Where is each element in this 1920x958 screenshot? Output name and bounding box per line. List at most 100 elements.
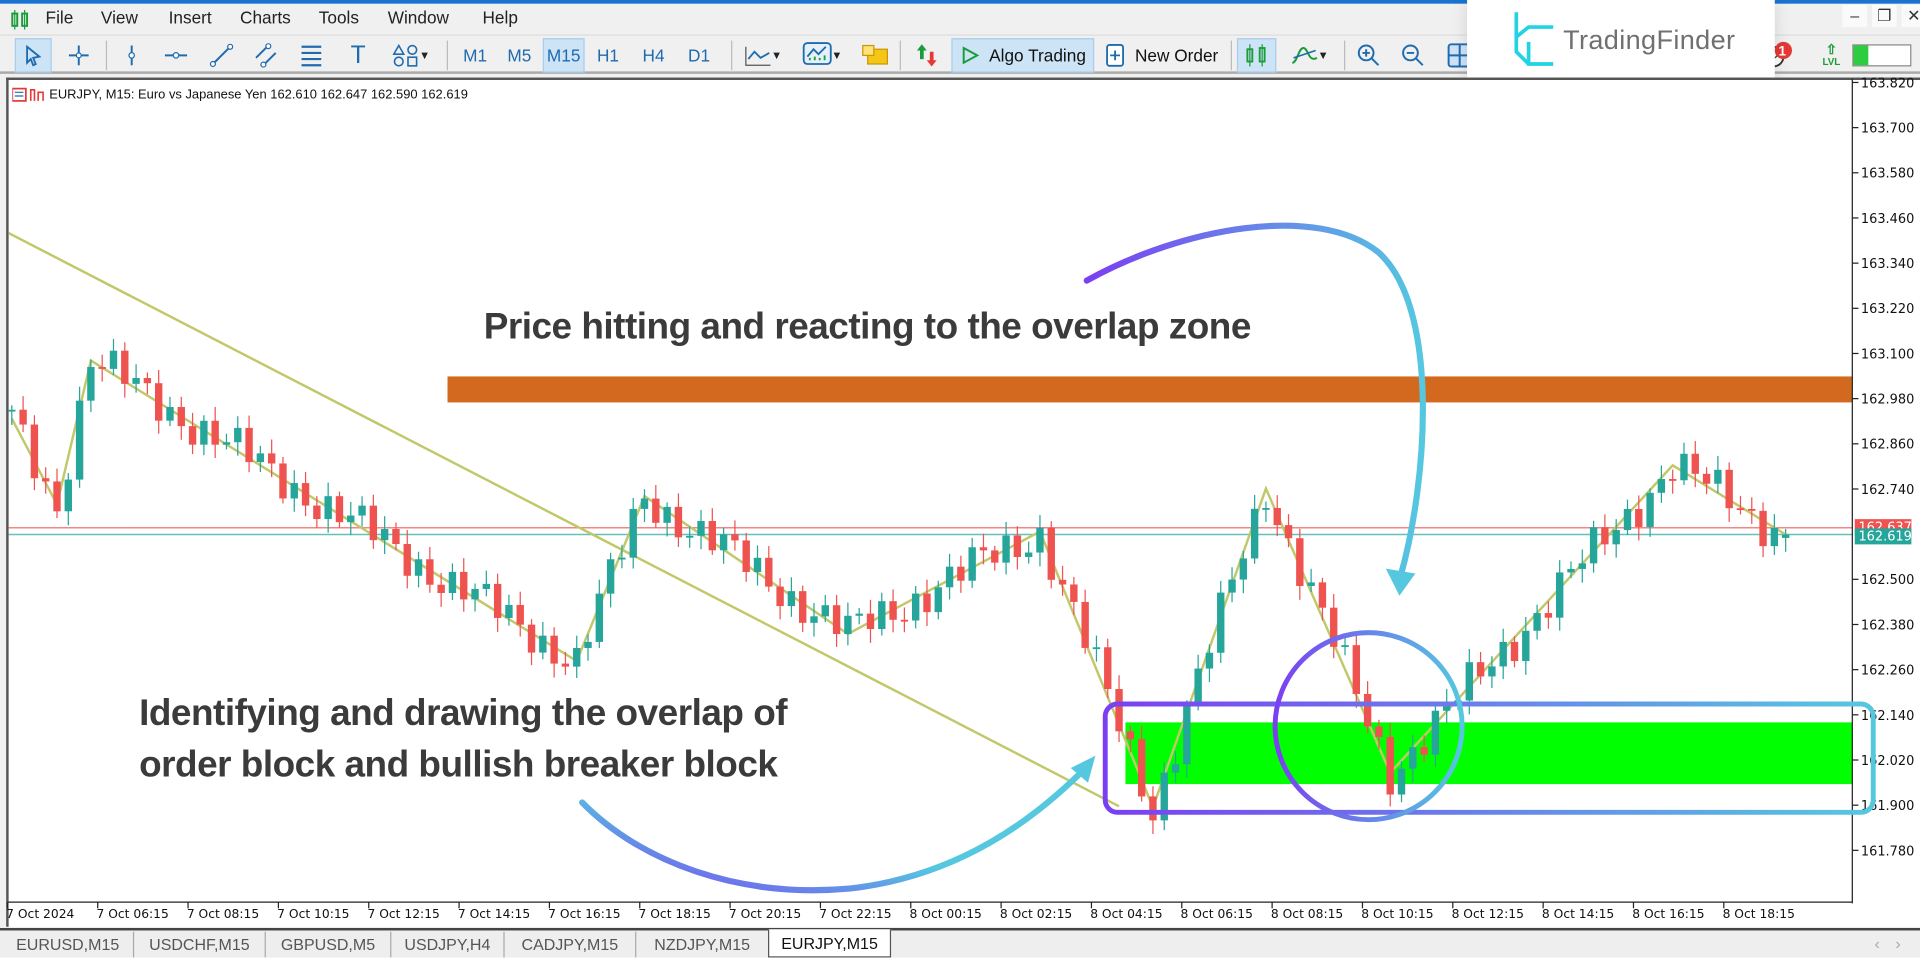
candle-body [945,566,954,588]
price-axis-label: 163.580 [1861,167,1914,182]
candle-body [878,601,886,630]
candle-body [550,635,558,664]
candle-body [166,407,174,421]
tabs-scroll-right-button[interactable]: › [1895,934,1900,952]
candle-body [98,367,106,369]
tab-gbpusd-m5[interactable]: GBPUSD,M5 [266,931,392,958]
candle-body [64,479,72,512]
candle-body [200,420,208,445]
candle-body [1725,469,1733,509]
candle-body [708,521,717,551]
candle-body [414,559,423,576]
arrowhead-icon [1385,568,1416,596]
candle-body [1499,641,1507,667]
candle-body [1736,508,1745,511]
price-axis-label: 162.380 [1861,618,1914,633]
candle-body [991,550,999,563]
time-axis-label: 7 Oct 06:15 [96,907,168,921]
time-axis-label: 7 Oct 14:15 [458,907,530,921]
candle-body [1250,508,1259,559]
annotation-arrow-bottom [579,769,1084,894]
candle-body [335,496,344,523]
candle-body [324,496,332,520]
tab-eurjpy-m15[interactable]: EURJPY,M15 [768,929,892,958]
candle-body [121,350,129,384]
candle-body [832,605,841,635]
tab-nzdjpy-m15[interactable]: NZDJPY,M15 [636,932,768,958]
time-axis-label: 8 Oct 08:15 [1271,907,1343,921]
candle-body [652,498,660,523]
price-axis-label: 163.340 [1861,257,1914,272]
candle-body [1465,662,1473,701]
candle-body [1420,747,1428,755]
time-axis-label: 7 Oct 10:15 [277,907,349,921]
tab-usdchf-m15[interactable]: USDCHF,M15 [134,931,266,958]
candle-body [279,463,287,499]
tab-usdjpy-h4[interactable]: USDJPY,H4 [391,931,505,958]
candle-body [1126,731,1135,740]
candle-body [8,409,16,412]
candle-body [1284,525,1293,539]
candle-body [1759,510,1767,547]
candle-body [1024,552,1033,558]
candle-body [1047,527,1055,580]
candle-body [595,593,604,642]
candle-body [1635,508,1643,527]
time-axis-label: 8 Oct 10:15 [1361,907,1433,921]
candle-body [1691,453,1699,474]
candle-body [437,584,445,594]
candle-body [245,427,253,463]
candle-body [154,383,163,421]
candle-body [222,442,231,445]
time-axis-label: 8 Oct 06:15 [1181,907,1253,921]
candle-body [765,557,773,587]
candle-body [731,534,739,541]
candle-body [1522,630,1530,662]
candle-body [934,587,942,613]
terminal-window: File View Insert Charts Tools Window Hel… [0,0,1920,958]
candle-body [1081,601,1089,648]
candle-body [1352,645,1361,694]
candle-body [516,604,524,625]
candle-body [1115,689,1123,732]
candle-body [900,619,909,622]
candle-body [866,613,875,630]
candle-body [1646,492,1654,527]
candle-body [629,508,637,558]
candle-body [75,400,84,480]
candle-body [1137,739,1146,797]
tab-cadjpy-m15[interactable]: CADJPY,M15 [505,931,637,958]
candle-body [1013,535,1022,558]
tabs-scroll-left-button[interactable]: ‹ [1874,934,1879,952]
candle-body [369,505,378,541]
time-axis-label: 7 Oct 08:15 [187,907,259,921]
candle-body [1375,726,1383,738]
annotation-text-bottom-line2: order block and bullish breaker block [139,744,778,786]
candle-body [686,535,694,538]
candle-body [403,543,411,576]
candle-body [606,559,615,594]
overlap-zone-zone [1125,722,1853,785]
candle-body [471,588,479,600]
candle-body [1036,527,1044,553]
candle-body [19,409,27,425]
candle-body [979,547,988,551]
tab-eurusd-m15[interactable]: EURUSD,M15 [2,931,135,958]
time-axis-label: 8 Oct 02:15 [1000,907,1072,921]
time-axis-label: 7 Oct 20:15 [729,907,801,921]
candle-body [573,647,581,667]
candle-body [53,481,61,512]
candle-body [1363,693,1372,727]
candle-body [957,566,965,581]
candle-body [1702,473,1711,484]
candle-body [1262,507,1270,510]
candle-body [618,557,626,560]
candle-body [1239,558,1248,580]
candle-body [1510,641,1519,662]
price-axis-label: 163.700 [1861,122,1914,137]
time-axis-label: 7 Oct 2024 [6,907,74,921]
price-axis-label: 162.260 [1861,664,1914,679]
price-chart[interactable]: 163.820 163.700 163.580 163.460 163.340 163.2… [0,0,1920,958]
price-axis-label: 162.500 [1861,573,1914,588]
price-axis-label: 162.980 [1861,393,1914,408]
